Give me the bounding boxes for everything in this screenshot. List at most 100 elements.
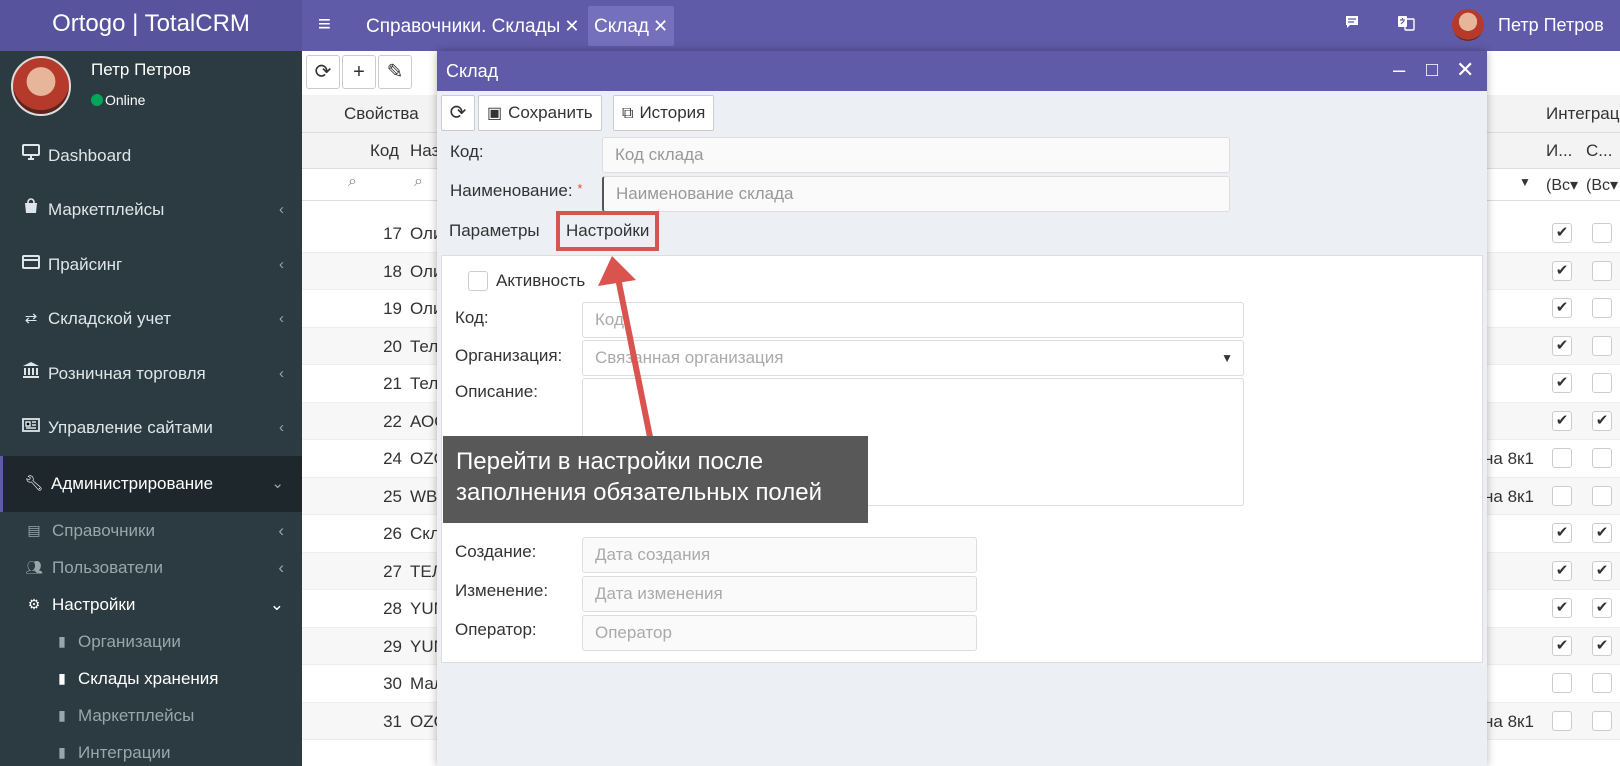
user-name[interactable]: Петр Петров — [1498, 0, 1604, 50]
minimize-icon[interactable]: – — [1393, 56, 1405, 84]
sidebar-item-warehouse-accounting[interactable]: ⇄ Складской учет ‹ — [0, 291, 302, 347]
filter-select-s[interactable]: (Вс▾ — [1586, 175, 1618, 195]
search-icon[interactable]: ⌕ — [414, 173, 423, 191]
file-icon: ▮ — [58, 670, 66, 686]
checkbox[interactable] — [1592, 485, 1612, 506]
refresh-icon: ⟳ — [314, 61, 332, 83]
checked-checkbox[interactable]: ✔ — [1592, 523, 1612, 543]
column-header-i[interactable]: И... — [1546, 141, 1572, 161]
sidebar-subitem-marketplaces[interactable]: ▮ Маркетплейсы — [0, 697, 302, 734]
column-header-name[interactable]: Наз — [410, 141, 439, 161]
sidebar-item-label: Настройки — [52, 595, 136, 614]
sidebar-item-site-management[interactable]: Управление сайтами ‹ — [0, 400, 302, 456]
stock-history-button[interactable]: ⧉История остатков — [613, 95, 715, 157]
warehouse-code-input[interactable]: Код склада — [602, 137, 1230, 173]
dialog-titlebar[interactable]: Склад – □ ✕ — [437, 51, 1487, 91]
sidebar-item-administration[interactable]: 🔧︎ Администрирование ⌄ — [0, 456, 302, 512]
column-header-code[interactable]: Код — [370, 141, 399, 161]
cell-name: YUN — [410, 636, 440, 656]
created-date-input[interactable]: Дата создания — [582, 537, 977, 573]
checked-checkbox[interactable]: ✔ — [1592, 635, 1612, 656]
checked-checkbox[interactable]: ✔ — [1552, 635, 1572, 656]
checked-checkbox[interactable]: ✔ — [1552, 335, 1572, 356]
sidebar-item-dashboard[interactable]: Dashboard — [0, 128, 302, 184]
checked-checkbox[interactable]: ✔ — [1552, 298, 1572, 318]
tab-settings[interactable]: Настройки — [556, 211, 660, 251]
filter-select-i[interactable]: (Вс▾ — [1546, 175, 1578, 195]
checkbox[interactable] — [1592, 335, 1612, 356]
refresh-button[interactable]: ⟳ — [441, 95, 475, 131]
warehouse-name-input[interactable]: Наименование склада — [602, 176, 1230, 212]
checked-checkbox[interactable]: ✔ — [1552, 560, 1572, 581]
translate-icon[interactable] — [1397, 14, 1415, 37]
save-button[interactable]: ▣ Сохранить — [478, 95, 602, 131]
chevron-left-icon: ‹ — [278, 521, 284, 540]
maximize-icon[interactable]: □ — [1426, 56, 1438, 84]
sidebar-subitem-settings[interactable]: ⚙ Настройки ⌄ — [0, 586, 302, 623]
sidebar-subitem-users[interactable]: 👥︎ Пользователи ‹ — [0, 549, 302, 586]
edit-button[interactable]: ✎ — [378, 55, 412, 89]
pencil-icon: ✎ — [386, 61, 404, 83]
menu-icon[interactable]: ≡ — [318, 12, 331, 36]
checkbox[interactable] — [1592, 373, 1612, 393]
checked-checkbox[interactable]: ✔ — [1592, 410, 1612, 431]
name-label-text: Наименование: — [450, 181, 573, 200]
close-icon[interactable]: ✕ — [564, 16, 579, 36]
chevron-left-icon: ‹ — [279, 365, 284, 382]
checkbox[interactable] — [1592, 710, 1612, 731]
checkbox[interactable] — [1552, 485, 1572, 506]
dropdown-arrow-icon[interactable]: ▼ — [1519, 175, 1531, 189]
active-checkbox[interactable] — [468, 271, 488, 291]
checkbox[interactable] — [1552, 448, 1572, 468]
sidebar-subitem-organizations[interactable]: ▮ Организации — [0, 623, 302, 660]
column-header-s[interactable]: С... — [1586, 141, 1612, 161]
chevron-left-icon: ‹ — [278, 558, 284, 577]
checkbox[interactable] — [1552, 710, 1572, 731]
checkbox[interactable] — [1592, 260, 1612, 281]
checked-checkbox[interactable]: ✔ — [1552, 598, 1572, 618]
checkbox[interactable] — [1592, 448, 1612, 468]
checkbox[interactable] — [1552, 673, 1572, 693]
modified-date-input[interactable]: Дата изменения — [582, 576, 977, 612]
sidebar-subitem-integrations[interactable]: ▮ Интеграции — [0, 734, 302, 766]
tab-warehouses-directory[interactable]: Справочники. Склады ✕ — [360, 6, 585, 46]
cell-name: Тел — [410, 374, 439, 393]
sidebar-item-marketplaces[interactable]: Маркетплейсы ‹ — [0, 182, 302, 238]
sidebar-subitem-directories[interactable]: ▤ Справочники ‹ — [0, 512, 302, 549]
add-button[interactable]: + — [342, 55, 376, 89]
app-logo[interactable]: Ortogo | TotalCRM — [0, 0, 302, 51]
checked-checkbox[interactable]: ✔ — [1552, 373, 1572, 393]
checked-checkbox[interactable]: ✔ — [1552, 260, 1572, 281]
tab-parameters[interactable]: Параметры — [441, 211, 548, 251]
checked-checkbox[interactable]: ✔ — [1552, 523, 1572, 543]
search-icon[interactable]: ⌕ — [348, 173, 357, 191]
cell-code: 19 — [383, 299, 402, 318]
sidebar-item-label: Маркетплейсы — [78, 706, 195, 725]
sidebar-subitem-storage-warehouses[interactable]: ▮ Склады хранения — [0, 660, 302, 697]
settings-code-label: Код: — [455, 308, 489, 327]
chevron-left-icon: ‹ — [279, 310, 284, 327]
sidebar-item-retail[interactable]: Розничная торговля ‹ — [0, 346, 302, 402]
cell-code: 29 — [383, 636, 402, 656]
checked-checkbox[interactable]: ✔ — [1552, 223, 1572, 243]
checkbox[interactable] — [1592, 673, 1612, 693]
avatar[interactable] — [1452, 9, 1484, 41]
checkbox[interactable] — [1592, 223, 1612, 243]
tab-label: Справочники. Склады — [366, 16, 561, 37]
checked-checkbox[interactable]: ✔ — [1552, 410, 1572, 431]
checkbox[interactable] — [1592, 298, 1612, 318]
checked-checkbox[interactable]: ✔ — [1592, 560, 1612, 581]
operator-input[interactable]: Оператор — [582, 615, 977, 651]
chevron-down-icon: ⌄ — [271, 475, 284, 492]
settings-code-input[interactable]: Код — [582, 302, 1244, 338]
chevron-left-icon: ‹ — [279, 201, 284, 218]
organization-select[interactable]: Связанная организация ▼ — [582, 340, 1244, 376]
close-icon[interactable]: ✕ — [653, 16, 668, 36]
checked-checkbox[interactable]: ✔ — [1592, 598, 1612, 618]
sidebar-item-label: Интеграции — [78, 743, 171, 762]
chat-icon[interactable] — [1344, 14, 1360, 35]
refresh-button[interactable]: ⟳ — [306, 55, 340, 89]
tab-warehouse[interactable]: Склад ✕ — [588, 6, 675, 46]
close-icon[interactable]: ✕ — [1456, 56, 1474, 84]
sidebar-item-pricing[interactable]: Прайсинг ‹ — [0, 237, 302, 293]
